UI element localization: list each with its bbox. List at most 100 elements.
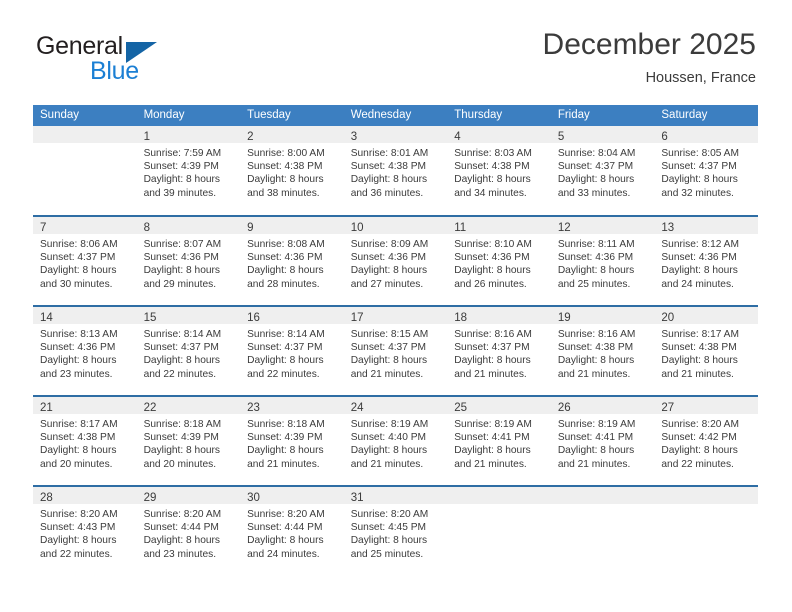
- calendar-day-cell[interactable]: 12 Sunrise: 8:11 AM Sunset: 4:36 PM Dayligh…: [550, 215, 655, 306]
- daylight-text-line2: and 24 minutes.: [247, 548, 320, 560]
- calendar-day-cell[interactable]: 20 Sunrise: 8:17 AM Sunset: 4:38 PM Dayligh…: [654, 305, 758, 396]
- page-title: December 2025: [542, 28, 756, 61]
- sunrise-text: Sunrise: 8:12 AM: [661, 239, 739, 250]
- daylight-text-line1: Daylight: 8 hours: [557, 174, 635, 186]
- sunset-text: Sunset: 4:38 PM: [247, 161, 323, 173]
- day-number: 24: [350, 402, 364, 414]
- day-number: 4: [454, 131, 461, 143]
- calendar-day-cell[interactable]: 13 Sunrise: 8:12 AM Sunset: 4:36 PM Dayligh…: [654, 215, 758, 306]
- day-sun-info: Sunrise: 8:03 AM Sunset: 4:38 PM Daylight:…: [447, 143, 551, 200]
- brand-name-top: General: [36, 32, 123, 60]
- sunset-text: Sunset: 4:41 PM: [557, 432, 634, 444]
- day-number: 27: [661, 402, 675, 414]
- calendar-day-cell[interactable]: 15 Sunrise: 8:14 AM Sunset: 4:37 PM Dayligh…: [136, 305, 241, 396]
- daylight-text-line1: Daylight: 8 hours: [247, 535, 324, 547]
- brand-logo[interactable]: General Blue: [34, 32, 274, 94]
- day-cell-inner: 8 Sunrise: 8:07 AM Sunset: 4:36 PM Daylight…: [136, 217, 241, 305]
- sunset-text: Sunset: 4:36 PM: [247, 252, 323, 264]
- daylight-text-line2: and 21 minutes.: [454, 368, 527, 380]
- calendar-day-cell[interactable]: 16 Sunrise: 8:14 AM Sunset: 4:37 PM Dayligh…: [240, 305, 344, 396]
- calendar-day-cell[interactable]: 30 Sunrise: 8:20 AM Sunset: 4:44 PM Dayligh…: [240, 485, 344, 576]
- weekday-header-thursday: Thursday: [447, 105, 551, 126]
- calendar-day-cell[interactable]: 6 Sunrise: 8:05 AM Sunset: 4:37 PM Daylight…: [654, 126, 758, 216]
- calendar-day-cell[interactable]: 5 Sunrise: 8:04 AM Sunset: 4:37 PM Daylight…: [550, 126, 655, 216]
- day-cell-inner: 21 Sunrise: 8:17 AM Sunset: 4:38 PM Dayligh…: [33, 397, 137, 485]
- weekday-header-friday: Friday: [550, 105, 655, 126]
- calendar-day-cell[interactable]: 9 Sunrise: 8:08 AM Sunset: 4:36 PM Daylight…: [240, 215, 344, 306]
- sunrise-text: Sunrise: 8:16 AM: [454, 329, 532, 340]
- sunrise-text: Sunrise: 8:17 AM: [40, 419, 118, 430]
- daylight-text-line2: and 22 minutes.: [40, 548, 113, 560]
- sunrise-text: Sunrise: 8:14 AM: [247, 329, 325, 340]
- day-sun-info: Sunrise: 8:16 AM Sunset: 4:37 PM Daylight:…: [447, 324, 551, 381]
- day-number-band: 29: [136, 487, 241, 504]
- daylight-text-line1: Daylight: 8 hours: [350, 174, 428, 186]
- calendar-week-row: 1 Sunrise: 7:59 AM Sunset: 4:39 PM Daylight…: [33, 126, 758, 216]
- sunrise-text: Sunrise: 8:13 AM: [40, 329, 118, 340]
- calendar-day-cell[interactable]: 7 Sunrise: 8:06 AM Sunset: 4:37 PM Daylight…: [33, 215, 137, 306]
- sunset-text: Sunset: 4:37 PM: [40, 252, 116, 264]
- sunrise-text: Sunrise: 8:14 AM: [143, 329, 222, 340]
- calendar-day-cell[interactable]: 21 Sunrise: 8:17 AM Sunset: 4:38 PM Dayligh…: [33, 395, 137, 486]
- calendar-day-cell[interactable]: 14 Sunrise: 8:13 AM Sunset: 4:36 PM Dayligh…: [33, 305, 137, 396]
- sunset-text: Sunset: 4:37 PM: [661, 161, 737, 173]
- calendar-day-cell[interactable]: 28 Sunrise: 8:20 AM Sunset: 4:43 PM Dayligh…: [33, 485, 137, 576]
- calendar-day-cell[interactable]: 26 Sunrise: 8:19 AM Sunset: 4:41 PM Dayligh…: [550, 395, 655, 486]
- daylight-text-line1: Daylight: 8 hours: [143, 355, 221, 367]
- title-block: December 2025 Houssen, France: [543, 26, 756, 88]
- daylight-text-line1: Daylight: 8 hours: [454, 265, 531, 277]
- calendar-day-cell[interactable]: 10 Sunrise: 8:09 AM Sunset: 4:36 PM Dayligh…: [343, 215, 448, 306]
- sunset-text: Sunset: 4:36 PM: [557, 252, 634, 264]
- day-cell-inner: 28 Sunrise: 8:20 AM Sunset: 4:43 PM Dayligh…: [33, 487, 137, 575]
- day-number-band: 13: [654, 217, 758, 234]
- sunset-text: Sunset: 4:37 PM: [454, 342, 530, 354]
- day-sun-info: Sunrise: 8:11 AM Sunset: 4:36 PM Daylight:…: [551, 234, 655, 291]
- daylight-text-line2: and 22 minutes.: [247, 368, 320, 380]
- calendar-day-cell[interactable]: 31 Sunrise: 8:20 AM Sunset: 4:45 PM Dayligh…: [343, 485, 448, 576]
- day-sun-info: Sunrise: 8:14 AM Sunset: 4:37 PM Daylight:…: [137, 324, 241, 381]
- sunset-text: Sunset: 4:42 PM: [661, 432, 737, 444]
- calendar-day-cell[interactable]: 2 Sunrise: 8:00 AM Sunset: 4:38 PM Daylight…: [240, 126, 344, 216]
- calendar-day-cell[interactable]: 19 Sunrise: 8:16 AM Sunset: 4:38 PM Dayligh…: [550, 305, 655, 396]
- calendar-day-cell[interactable]: 23 Sunrise: 8:18 AM Sunset: 4:39 PM Dayligh…: [240, 395, 344, 486]
- day-number-band: 28: [33, 487, 137, 504]
- calendar-day-cell[interactable]: 4 Sunrise: 8:03 AM Sunset: 4:38 PM Daylight…: [447, 126, 551, 216]
- calendar-day-cell[interactable]: 17 Sunrise: 8:15 AM Sunset: 4:37 PM Dayligh…: [343, 305, 448, 396]
- day-sun-info: Sunrise: 8:14 AM Sunset: 4:37 PM Daylight:…: [240, 324, 344, 381]
- day-sun-info: Sunrise: 8:13 AM Sunset: 4:36 PM Daylight:…: [33, 324, 137, 381]
- day-number-band: [550, 487, 655, 504]
- page-subtitle-location: Houssen, France: [645, 70, 756, 86]
- calendar-day-cell[interactable]: 22 Sunrise: 8:18 AM Sunset: 4:39 PM Dayligh…: [136, 395, 241, 486]
- calendar-day-cell[interactable]: 1 Sunrise: 7:59 AM Sunset: 4:39 PM Daylight…: [136, 126, 241, 216]
- daylight-text-line1: Daylight: 8 hours: [454, 355, 531, 367]
- sunrise-text: Sunrise: 8:16 AM: [557, 329, 636, 340]
- calendar-day-cell[interactable]: 3 Sunrise: 8:01 AM Sunset: 4:38 PM Daylight…: [343, 126, 448, 216]
- day-number-band: 9: [240, 217, 344, 234]
- day-cell-inner: 25 Sunrise: 8:19 AM Sunset: 4:41 PM Dayligh…: [447, 397, 551, 485]
- day-cell-inner: 20 Sunrise: 8:17 AM Sunset: 4:38 PM Dayligh…: [654, 307, 758, 395]
- day-number: 30: [247, 492, 260, 504]
- daylight-text-line2: and 28 minutes.: [247, 278, 320, 290]
- day-cell-inner: 30 Sunrise: 8:20 AM Sunset: 4:44 PM Dayligh…: [240, 487, 344, 575]
- calendar-day-cell[interactable]: 18 Sunrise: 8:16 AM Sunset: 4:37 PM Dayligh…: [447, 305, 551, 396]
- day-sun-info: Sunrise: 8:20 AM Sunset: 4:42 PM Daylight:…: [654, 414, 758, 471]
- day-sun-info: Sunrise: 8:05 AM Sunset: 4:37 PM Daylight:…: [654, 143, 758, 200]
- weekday-header-sunday: Sunday: [33, 105, 137, 126]
- calendar-day-cell[interactable]: 25 Sunrise: 8:19 AM Sunset: 4:41 PM Dayligh…: [447, 395, 551, 486]
- day-number-band: 22: [136, 397, 241, 414]
- calendar-day-cell[interactable]: 24 Sunrise: 8:19 AM Sunset: 4:40 PM Dayligh…: [343, 395, 448, 486]
- day-cell-inner: 19 Sunrise: 8:16 AM Sunset: 4:38 PM Dayligh…: [550, 307, 655, 395]
- calendar-day-cell[interactable]: 27 Sunrise: 8:20 AM Sunset: 4:42 PM Dayligh…: [654, 395, 758, 486]
- day-number-band: 2: [240, 126, 344, 143]
- calendar-day-cell-empty: [654, 485, 758, 576]
- daylight-text-line1: Daylight: 8 hours: [143, 174, 221, 186]
- day-number: 3: [350, 131, 358, 143]
- sunrise-text: Sunrise: 7:59 AM: [143, 148, 222, 159]
- day-number: 13: [661, 222, 675, 234]
- sunset-text: Sunset: 4:36 PM: [143, 252, 219, 264]
- sunrise-text: Sunrise: 8:19 AM: [350, 419, 429, 430]
- calendar-day-cell[interactable]: 11 Sunrise: 8:10 AM Sunset: 4:36 PM Dayligh…: [447, 215, 551, 306]
- weekday-header-saturday: Saturday: [654, 105, 758, 126]
- calendar-day-cell[interactable]: 29 Sunrise: 8:20 AM Sunset: 4:44 PM Dayligh…: [136, 485, 241, 576]
- calendar-day-cell[interactable]: 8 Sunrise: 8:07 AM Sunset: 4:36 PM Daylight…: [136, 215, 241, 306]
